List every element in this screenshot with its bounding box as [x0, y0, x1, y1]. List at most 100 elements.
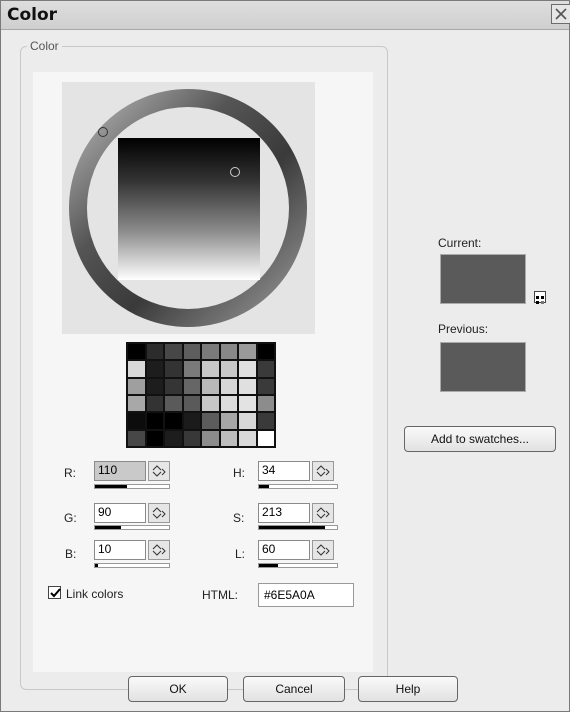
b-label: B: [65, 547, 77, 561]
spinner-arrows-icon [152, 465, 166, 477]
palette-cell[interactable] [219, 412, 238, 430]
h-slider[interactable] [258, 484, 338, 489]
palette-cell[interactable] [164, 395, 183, 413]
palette-cell[interactable] [145, 429, 164, 447]
link-colors-checkbox[interactable] [48, 586, 61, 599]
b-spinner[interactable] [148, 540, 170, 560]
palette-cell[interactable] [238, 412, 257, 430]
s-label: S: [233, 511, 245, 525]
h-spinner[interactable] [312, 461, 334, 481]
palette-cell[interactable] [238, 343, 257, 361]
palette-cell[interactable] [219, 343, 238, 361]
spinner-arrows-icon [152, 507, 166, 519]
palette-cell[interactable] [127, 343, 146, 361]
s-input[interactable]: 213 [258, 503, 310, 523]
palette-cell[interactable] [182, 395, 201, 413]
palette-cell[interactable] [145, 360, 164, 378]
palette-cell[interactable] [219, 429, 238, 447]
hue-picker-cursor[interactable] [98, 127, 108, 137]
palette-cell[interactable] [127, 429, 146, 447]
palette-cell[interactable] [182, 429, 201, 447]
ok-button[interactable]: OK [128, 676, 228, 702]
palette-cell[interactable] [145, 395, 164, 413]
previous-label: Previous: [438, 322, 489, 336]
palette-cell[interactable] [127, 360, 146, 378]
palette-cell[interactable] [164, 377, 183, 395]
r-label: R: [64, 466, 76, 480]
palette-cell[interactable] [238, 429, 257, 447]
palette-cell[interactable] [256, 412, 275, 430]
palette-cell[interactable] [164, 360, 183, 378]
palette-cell[interactable] [182, 412, 201, 430]
g-label: G: [64, 511, 77, 525]
swatch-picker-icon[interactable] [534, 291, 546, 304]
palette-cell[interactable] [201, 360, 220, 378]
l-slider[interactable] [258, 563, 338, 568]
palette-cell[interactable] [164, 412, 183, 430]
r-slider-fill [95, 485, 127, 488]
r-input[interactable]: 110 [94, 461, 146, 481]
cancel-button[interactable]: Cancel [243, 676, 345, 702]
palette-cell[interactable] [219, 360, 238, 378]
palette-cell[interactable] [182, 377, 201, 395]
l-slider-fill [259, 564, 278, 567]
b-slider[interactable] [94, 563, 170, 568]
add-to-swatches-button[interactable]: Add to swatches... [404, 426, 556, 452]
current-label: Current: [438, 236, 482, 250]
link-colors-label: Link colors [66, 587, 124, 601]
palette-cell[interactable] [238, 377, 257, 395]
palette-cell[interactable] [238, 360, 257, 378]
palette-cell[interactable] [256, 377, 275, 395]
palette-cell[interactable] [256, 395, 275, 413]
saturation-lightness-square[interactable] [118, 138, 260, 280]
palette-cell[interactable] [127, 412, 146, 430]
g-input[interactable]: 90 [94, 503, 146, 523]
h-slider-fill [259, 485, 270, 488]
palette-cell[interactable] [127, 377, 146, 395]
s-slider[interactable] [258, 525, 338, 530]
spinner-arrows-icon [316, 507, 330, 519]
palette-cell[interactable] [145, 412, 164, 430]
palette-cell[interactable] [127, 395, 146, 413]
sv-picker-cursor[interactable] [230, 167, 240, 177]
r-spinner[interactable] [148, 461, 170, 481]
close-icon [555, 8, 567, 20]
l-input[interactable]: 60 [258, 540, 310, 560]
s-spinner[interactable] [312, 503, 334, 523]
g-slider-fill [95, 526, 121, 529]
g-slider[interactable] [94, 525, 170, 530]
color-palette-grid[interactable] [126, 342, 276, 448]
palette-cell[interactable] [201, 377, 220, 395]
palette-cell[interactable] [256, 360, 275, 378]
palette-cell[interactable] [238, 395, 257, 413]
spinner-arrows-icon [316, 544, 330, 556]
b-slider-fill [95, 564, 98, 567]
palette-cell[interactable] [256, 343, 275, 361]
palette-cell[interactable] [145, 377, 164, 395]
l-label: L: [235, 547, 246, 561]
palette-cell[interactable] [201, 412, 220, 430]
checkmark-icon [50, 588, 61, 598]
html-hex-input[interactable]: #6E5A0A [258, 583, 354, 607]
palette-cell[interactable] [164, 343, 183, 361]
g-spinner[interactable] [148, 503, 170, 523]
spinner-arrows-icon [316, 465, 330, 477]
palette-cell[interactable] [145, 343, 164, 361]
html-label: HTML: [202, 588, 238, 602]
palette-cell[interactable] [219, 377, 238, 395]
r-slider[interactable] [94, 484, 170, 489]
palette-cell[interactable] [201, 343, 220, 361]
palette-cell[interactable] [182, 360, 201, 378]
palette-cell[interactable] [201, 395, 220, 413]
close-button[interactable] [551, 4, 570, 24]
h-label: H: [233, 466, 245, 480]
h-input[interactable]: 34 [258, 461, 310, 481]
palette-cell[interactable] [201, 429, 220, 447]
palette-cell[interactable] [164, 429, 183, 447]
help-button[interactable]: Help [358, 676, 458, 702]
l-spinner[interactable] [312, 540, 334, 560]
b-input[interactable]: 10 [94, 540, 146, 560]
palette-cell[interactable] [182, 343, 201, 361]
palette-cell[interactable] [256, 429, 275, 447]
palette-cell[interactable] [219, 395, 238, 413]
